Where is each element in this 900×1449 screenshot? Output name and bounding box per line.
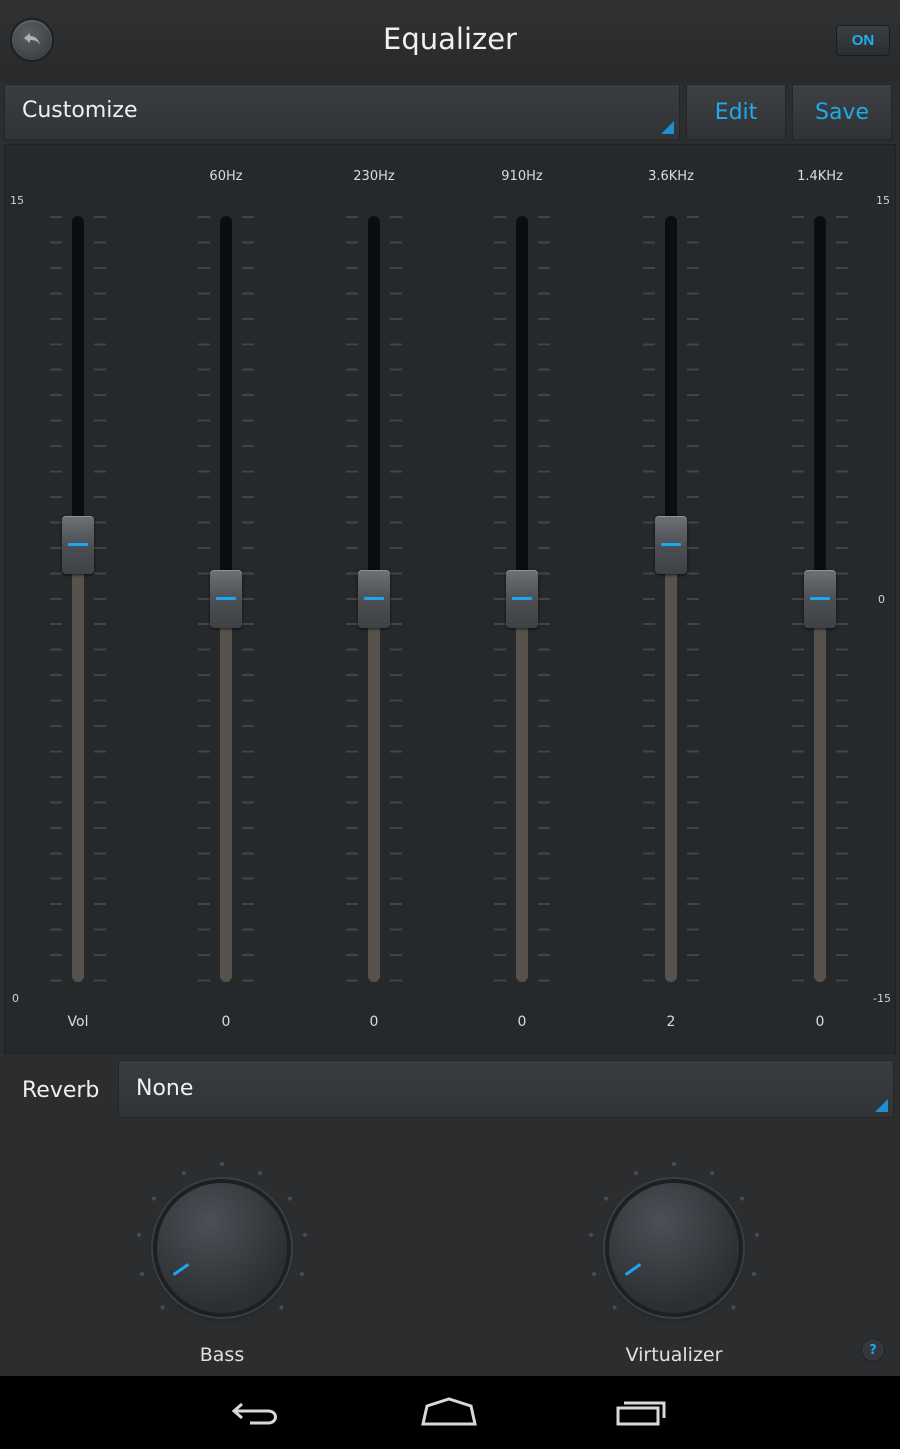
knob-tick-dot — [299, 1271, 304, 1276]
knob-tick-dot — [181, 1171, 186, 1176]
power-toggle[interactable]: ON — [836, 25, 890, 56]
slider-thumb[interactable] — [358, 570, 390, 628]
dropdown-corner-icon — [875, 1099, 888, 1112]
virtualizer-label: Virtualizer — [625, 1344, 723, 1366]
nav-recents-icon — [616, 1401, 666, 1426]
knob-tick-dot — [258, 1171, 263, 1176]
slider-thumb[interactable] — [804, 570, 836, 628]
reverb-selected-label: None — [136, 1076, 194, 1101]
band-slider[interactable] — [792, 216, 848, 982]
slider-thumb[interactable] — [210, 570, 242, 628]
knob-tick-dot — [302, 1232, 307, 1237]
band-value-label: 0 — [517, 1014, 527, 1030]
slider-thumb[interactable] — [655, 516, 687, 575]
scale-right-mid: 0 — [878, 593, 885, 606]
scale-right-top: 15 — [876, 194, 890, 207]
reverb-label: Reverb — [22, 1078, 100, 1103]
band-slider[interactable] — [346, 216, 402, 982]
slider-track-empty — [72, 216, 84, 546]
reverb-row: Reverb None — [0, 1058, 900, 1120]
band-slider[interactable] — [50, 216, 106, 982]
nav-home-button[interactable] — [419, 1392, 479, 1432]
knob-tick-dot — [604, 1196, 609, 1201]
knob-tick-dot — [592, 1271, 597, 1276]
slider-track-filled — [220, 599, 232, 982]
bass-knob-indicator — [172, 1263, 190, 1276]
preset-dropdown[interactable]: Customize — [4, 84, 680, 140]
band-value-label: 0 — [221, 1014, 231, 1030]
knob-tick-dot — [612, 1305, 617, 1310]
knob-tick-dot — [287, 1196, 292, 1201]
dropdown-corner-icon — [661, 121, 674, 134]
slider-track-filled — [665, 545, 677, 982]
knob-tick-dot — [152, 1196, 157, 1201]
band-frequency-label: 60Hz — [209, 169, 243, 184]
scale-left-top: 15 — [10, 194, 24, 207]
knob-tick-dot — [710, 1171, 715, 1176]
slider-track-filled — [72, 545, 84, 982]
knob-tick-dot — [589, 1232, 594, 1237]
band-frequency-label: 910Hz — [501, 169, 543, 184]
knob-tick-dot — [137, 1232, 142, 1237]
band-frequency-label: 3.6KHz — [648, 169, 694, 184]
knob-tick-dot — [633, 1171, 638, 1176]
preset-selected-label: Customize — [22, 98, 138, 123]
knob-tick-dot — [160, 1305, 165, 1310]
knob-tick-dot — [672, 1162, 676, 1166]
slider-track-empty — [368, 216, 380, 599]
virtualizer-knob-indicator — [624, 1263, 642, 1276]
band-slider[interactable] — [643, 216, 699, 982]
slider-track-empty — [665, 216, 677, 546]
edit-button[interactable]: Edit — [686, 84, 786, 140]
page-title: Equalizer — [383, 22, 517, 56]
knob-tick-dot — [751, 1271, 756, 1276]
slider-track-filled — [516, 599, 528, 982]
knob-tick-dot — [279, 1305, 284, 1310]
slider-thumb[interactable] — [62, 516, 94, 575]
action-bar: Equalizer ON — [0, 0, 900, 82]
band-value-label: 2 — [666, 1014, 676, 1030]
knob-tick-dot — [140, 1271, 145, 1276]
nav-home-icon — [421, 1397, 477, 1426]
band-value-label: Vol — [67, 1014, 89, 1030]
nav-back-icon — [231, 1402, 277, 1425]
bass-label: Bass — [199, 1344, 245, 1366]
preset-row: Customize Edit Save — [0, 82, 900, 142]
reverb-dropdown[interactable]: None — [118, 1060, 894, 1118]
bass-knob-area — [132, 1158, 312, 1338]
scale-right-bottom: -15 — [873, 992, 891, 1005]
band-slider[interactable] — [198, 216, 254, 982]
scale-left-bottom: 0 — [12, 992, 19, 1005]
band-frequency-label: 1.4KHz — [797, 169, 843, 184]
band-value-label: 0 — [815, 1014, 825, 1030]
help-icon[interactable]: ? — [861, 1338, 885, 1362]
system-nav-bar — [0, 1376, 900, 1449]
slider-thumb[interactable] — [506, 570, 538, 628]
slider-track-filled — [814, 599, 826, 982]
knob-tick-dot — [220, 1162, 224, 1166]
knob-tick-dot — [739, 1196, 744, 1201]
nav-back-button[interactable] — [226, 1392, 286, 1432]
save-button[interactable]: Save — [792, 84, 892, 140]
slider-track-empty — [814, 216, 826, 599]
nav-recents-button[interactable] — [612, 1392, 672, 1432]
band-slider[interactable] — [494, 216, 550, 982]
slider-track-filled — [368, 599, 380, 982]
bass-knob[interactable] — [157, 1183, 287, 1313]
band-value-label: 0 — [369, 1014, 379, 1030]
knob-tick-dot — [731, 1305, 736, 1310]
virtualizer-knob-area — [584, 1158, 764, 1338]
virtualizer-knob[interactable] — [609, 1183, 739, 1313]
slider-track-empty — [220, 216, 232, 599]
knob-tick-dot — [754, 1232, 759, 1237]
band-frequency-label: 230Hz — [353, 169, 395, 184]
slider-track-empty — [516, 216, 528, 599]
equalizer-panel: 15 0 15 0 -15 Vol 60Hz 0 230Hz 0 910Hz 0 3.6KHz… — [4, 144, 896, 1054]
